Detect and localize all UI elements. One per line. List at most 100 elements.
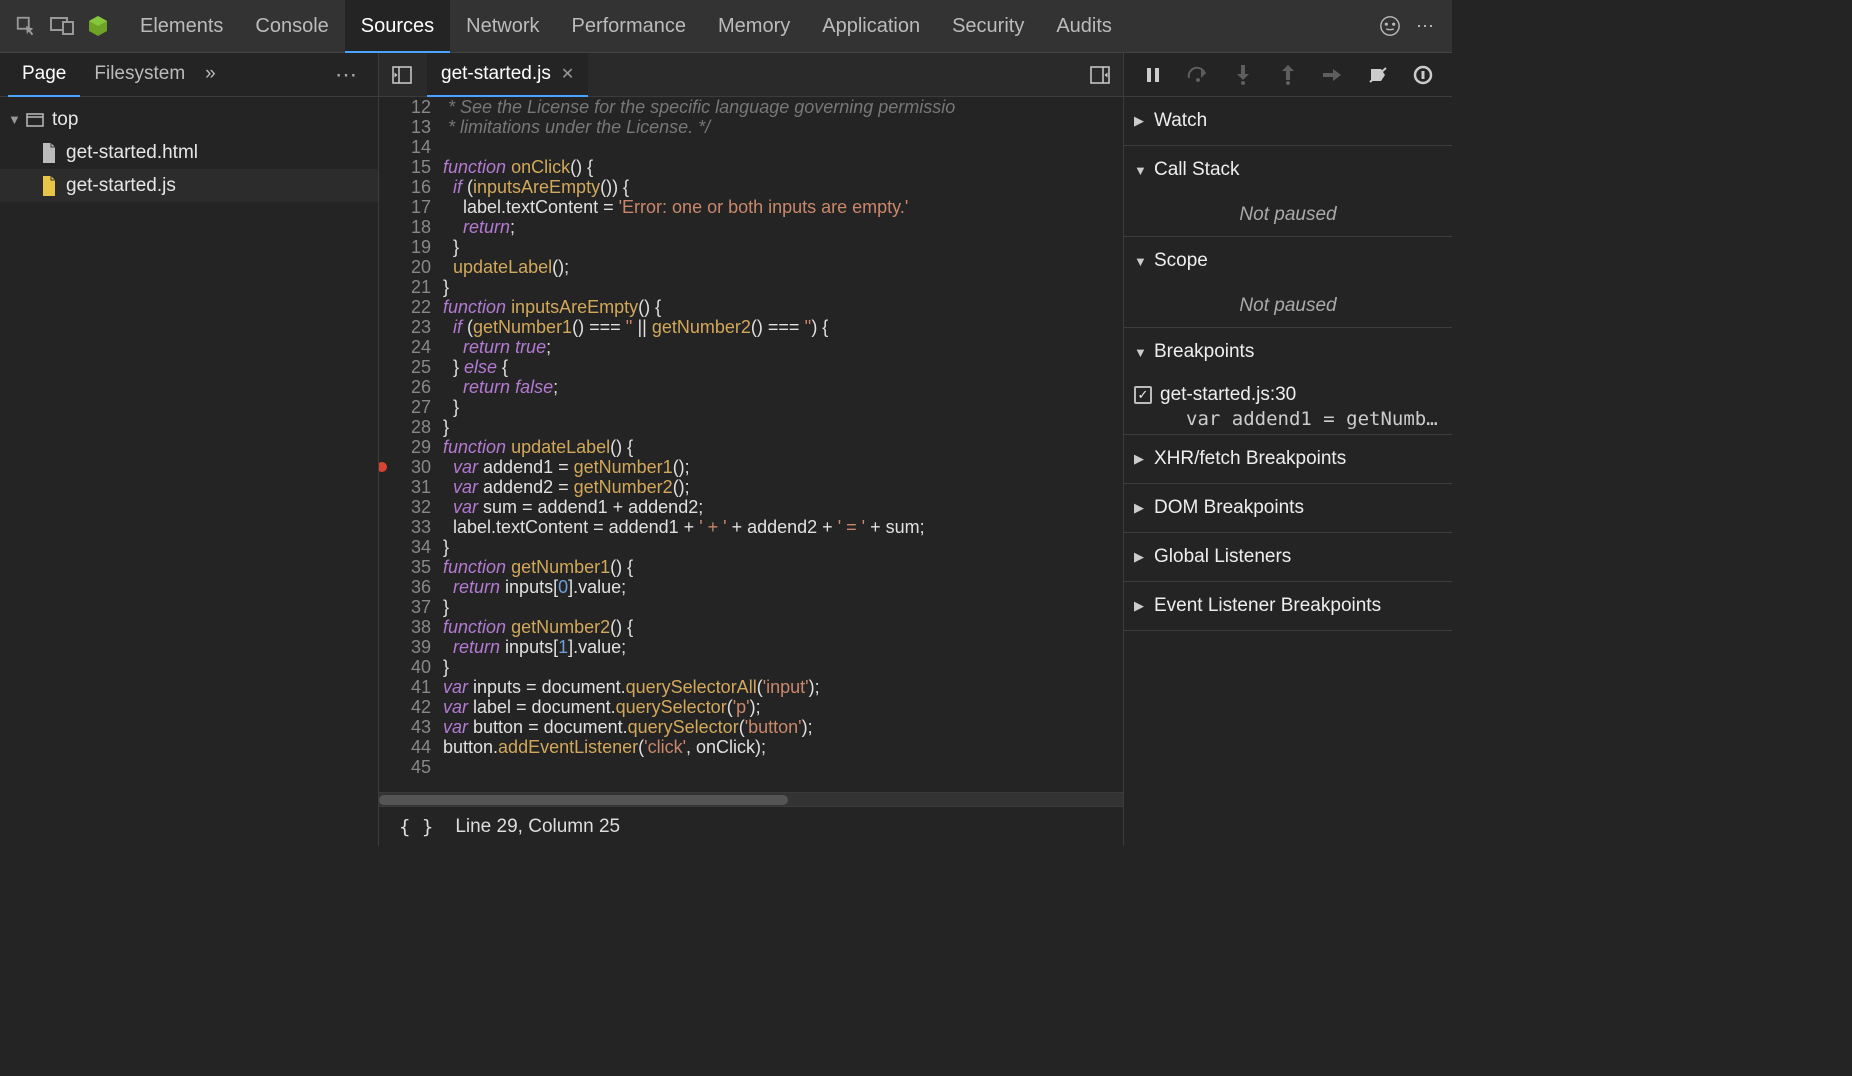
gutter-line[interactable]: 34: [379, 537, 431, 557]
gutter-line[interactable]: 14: [379, 137, 431, 157]
global-section-header[interactable]: ▶ Global Listeners: [1124, 533, 1452, 581]
gutter-line[interactable]: 19: [379, 237, 431, 257]
code-line[interactable]: }: [443, 657, 1123, 677]
left-panel-menu-icon[interactable]: ⋯: [325, 62, 370, 88]
node-icon[interactable]: [80, 8, 116, 44]
top-tab-performance[interactable]: Performance: [556, 0, 703, 53]
step-out-button[interactable]: [1270, 57, 1306, 93]
breakpoints-section-header[interactable]: ▼ Breakpoints: [1124, 328, 1452, 376]
code-line[interactable]: return inputs[1].value;: [443, 637, 1123, 657]
gutter-line[interactable]: 42: [379, 697, 431, 717]
code-line[interactable]: function onClick() {: [443, 157, 1123, 177]
gutter-line[interactable]: 20: [379, 257, 431, 277]
gutter-line[interactable]: 27: [379, 397, 431, 417]
code-line[interactable]: var label = document.querySelector('p');: [443, 697, 1123, 717]
gutter-line[interactable]: 12: [379, 97, 431, 117]
more-icon[interactable]: ⋯: [1408, 8, 1444, 44]
code-line[interactable]: button.addEventListener('click', onClick…: [443, 737, 1123, 757]
gutter-line[interactable]: 21: [379, 277, 431, 297]
toggle-navigator-icon[interactable]: [383, 56, 421, 94]
gutter-line[interactable]: 22: [379, 297, 431, 317]
tree-file-get-started-html[interactable]: get-started.html: [0, 136, 378, 169]
top-tab-network[interactable]: Network: [450, 0, 555, 53]
code-line[interactable]: function inputsAreEmpty() {: [443, 297, 1123, 317]
gutter-line[interactable]: 16: [379, 177, 431, 197]
gutter-line[interactable]: 35: [379, 557, 431, 577]
code-line[interactable]: }: [443, 277, 1123, 297]
code-line[interactable]: }: [443, 537, 1123, 557]
top-tab-elements[interactable]: Elements: [124, 0, 239, 53]
code-line[interactable]: var inputs = document.querySelectorAll('…: [443, 677, 1123, 697]
toggle-debugger-icon[interactable]: [1081, 56, 1119, 94]
gutter-line[interactable]: 24: [379, 337, 431, 357]
top-tab-console[interactable]: Console: [239, 0, 344, 53]
gutter-line[interactable]: 31: [379, 477, 431, 497]
gutter-line[interactable]: 28: [379, 417, 431, 437]
code-line[interactable]: return false;: [443, 377, 1123, 397]
gutter-line[interactable]: 15: [379, 157, 431, 177]
tree-file-get-started-js[interactable]: get-started.js: [0, 169, 378, 202]
top-tab-memory[interactable]: Memory: [702, 0, 806, 53]
left-tab-more[interactable]: »: [199, 53, 222, 97]
tree-root-top[interactable]: ▼ top: [0, 103, 378, 136]
code-line[interactable]: return;: [443, 217, 1123, 237]
dom-section-header[interactable]: ▶ DOM Breakpoints: [1124, 484, 1452, 532]
code-line[interactable]: return true;: [443, 337, 1123, 357]
gutter-line[interactable]: 45: [379, 757, 431, 777]
editor-horizontal-scrollbar[interactable]: [379, 792, 1123, 806]
gutter-line[interactable]: 37: [379, 597, 431, 617]
pretty-print-icon[interactable]: { }: [399, 816, 433, 838]
code-line[interactable]: [443, 757, 1123, 777]
code-line[interactable]: var addend1 = getNumber1();: [443, 457, 1123, 477]
gutter-line[interactable]: 18: [379, 217, 431, 237]
code-line[interactable]: return inputs[0].value;: [443, 577, 1123, 597]
gutter-line[interactable]: 32: [379, 497, 431, 517]
inspect-element-icon[interactable]: [8, 8, 44, 44]
callstack-section-header[interactable]: ▼ Call Stack: [1124, 146, 1452, 194]
gutter-line[interactable]: 23: [379, 317, 431, 337]
code-line[interactable]: label.textContent = 'Error: one or both …: [443, 197, 1123, 217]
code-line[interactable]: label.textContent = addend1 + ' + ' + ad…: [443, 517, 1123, 537]
code-line[interactable]: if (inputsAreEmpty()) {: [443, 177, 1123, 197]
code-line[interactable]: * limitations under the License. */: [443, 117, 1123, 137]
code-line[interactable]: }: [443, 397, 1123, 417]
code-line[interactable]: function updateLabel() {: [443, 437, 1123, 457]
feedback-icon[interactable]: [1372, 8, 1408, 44]
code-line[interactable]: updateLabel();: [443, 257, 1123, 277]
device-toggle-icon[interactable]: [44, 8, 80, 44]
code-line[interactable]: function getNumber1() {: [443, 557, 1123, 577]
deactivate-breakpoints-button[interactable]: [1360, 57, 1396, 93]
code-line[interactable]: }: [443, 597, 1123, 617]
gutter-line[interactable]: 13: [379, 117, 431, 137]
code-line[interactable]: var button = document.querySelector('but…: [443, 717, 1123, 737]
xhr-section-header[interactable]: ▶ XHR/fetch Breakpoints: [1124, 435, 1452, 483]
watch-section-header[interactable]: ▶ Watch: [1124, 97, 1452, 145]
step-button[interactable]: [1315, 57, 1351, 93]
code-line[interactable]: function getNumber2() {: [443, 617, 1123, 637]
left-tab-filesystem[interactable]: Filesystem: [80, 53, 199, 97]
file-tab[interactable]: get-started.js ✕: [427, 53, 588, 97]
code-line[interactable]: var sum = addend1 + addend2;: [443, 497, 1123, 517]
gutter-line[interactable]: 25: [379, 357, 431, 377]
step-over-button[interactable]: [1180, 57, 1216, 93]
top-tab-application[interactable]: Application: [806, 0, 936, 53]
code-line[interactable]: [443, 137, 1123, 157]
gutter-line[interactable]: 26: [379, 377, 431, 397]
gutter-line[interactable]: 41: [379, 677, 431, 697]
top-tab-sources[interactable]: Sources: [345, 0, 450, 53]
gutter-line[interactable]: 36: [379, 577, 431, 597]
gutter-line[interactable]: 33: [379, 517, 431, 537]
code-line[interactable]: if (getNumber1() === '' || getNumber2() …: [443, 317, 1123, 337]
code-line[interactable]: * See the License for the specific langu…: [443, 97, 1123, 117]
gutter-line[interactable]: 40: [379, 657, 431, 677]
scope-section-header[interactable]: ▼ Scope: [1124, 237, 1452, 285]
gutter-line[interactable]: 39: [379, 637, 431, 657]
code-line[interactable]: var addend2 = getNumber2();: [443, 477, 1123, 497]
gutter-line[interactable]: 38: [379, 617, 431, 637]
code-line[interactable]: } else {: [443, 357, 1123, 377]
gutter-line[interactable]: 30: [379, 457, 431, 477]
gutter-line[interactable]: 44: [379, 737, 431, 757]
step-into-button[interactable]: [1225, 57, 1261, 93]
breakpoint-item[interactable]: ✓ get-started.js:30 var addend1 = getNum…: [1124, 376, 1452, 434]
pause-on-exceptions-button[interactable]: [1405, 57, 1441, 93]
